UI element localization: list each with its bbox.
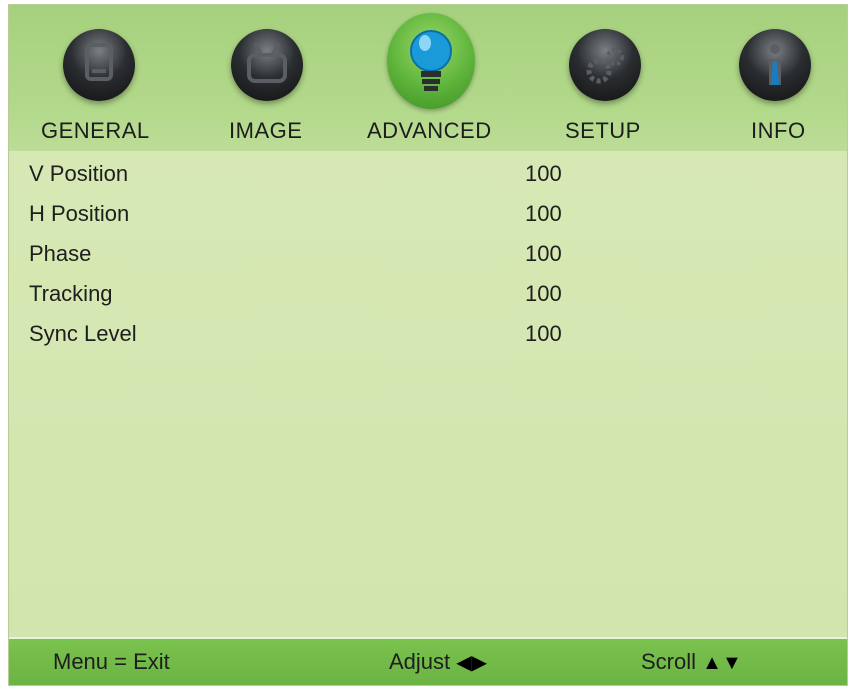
setting-tracking[interactable]: Tracking 100 [29, 281, 629, 315]
tv-icon [231, 29, 303, 101]
info-icon [739, 29, 811, 101]
adjust-hint-label: Adjust [389, 649, 451, 674]
setting-v-position[interactable]: V Position 100 [29, 161, 629, 195]
settings-panel: V Position 100 H Position 100 Phase 100 … [9, 151, 847, 641]
gears-icon [569, 29, 641, 101]
setting-label: V Position [29, 161, 129, 186]
adjust-hint: Adjust ◀▶ [389, 649, 487, 675]
tab-image[interactable]: IMAGE [227, 5, 347, 151]
scroll-hint: Scroll ▲▼ [641, 649, 742, 675]
scroll-hint-label: Scroll [641, 649, 697, 674]
setting-phase[interactable]: Phase 100 [29, 241, 629, 275]
arrow-right-icon: ▶ [471, 652, 488, 675]
setting-label: Tracking [29, 281, 113, 306]
osd-menu: GENERAL IMAGE ADVANCED SETUP INFO V Posi… [8, 4, 848, 686]
arrow-down-icon: ▼ [721, 652, 742, 675]
tab-general-label: GENERAL [41, 118, 150, 143]
setting-value: 100 [525, 281, 562, 306]
arrow-up-icon: ▲ [702, 652, 722, 675]
setting-label: Phase [29, 241, 92, 266]
document-icon [63, 29, 135, 101]
setting-value: 100 [525, 161, 562, 186]
menu-exit-hint: Menu = Exit [53, 649, 170, 674]
setting-sync-level[interactable]: Sync Level 100 [29, 321, 629, 355]
lightbulb-icon [387, 13, 475, 109]
setting-h-position[interactable]: H Position 100 [29, 201, 629, 235]
setting-value: 100 [525, 241, 562, 266]
setting-value: 100 [525, 201, 562, 226]
tab-setup[interactable]: SETUP [565, 5, 685, 151]
arrow-left-icon: ◀ [456, 652, 472, 675]
tab-general[interactable]: GENERAL [41, 5, 191, 151]
tab-info-label: INFO [751, 118, 806, 143]
setting-label: Sync Level [29, 321, 137, 346]
tab-image-label: IMAGE [229, 118, 303, 143]
tab-advanced[interactable]: ADVANCED [367, 5, 529, 151]
footer-hint-bar: Menu = Exit Adjust ◀▶ Scroll ▲▼ [9, 637, 847, 685]
tab-setup-label: SETUP [565, 118, 641, 143]
tab-advanced-label: ADVANCED [367, 118, 492, 143]
menu-tab-bar: GENERAL IMAGE ADVANCED SETUP INFO [9, 5, 847, 151]
tab-info[interactable]: INFO [731, 5, 841, 151]
setting-label: H Position [29, 201, 130, 226]
setting-value: 100 [525, 321, 562, 346]
